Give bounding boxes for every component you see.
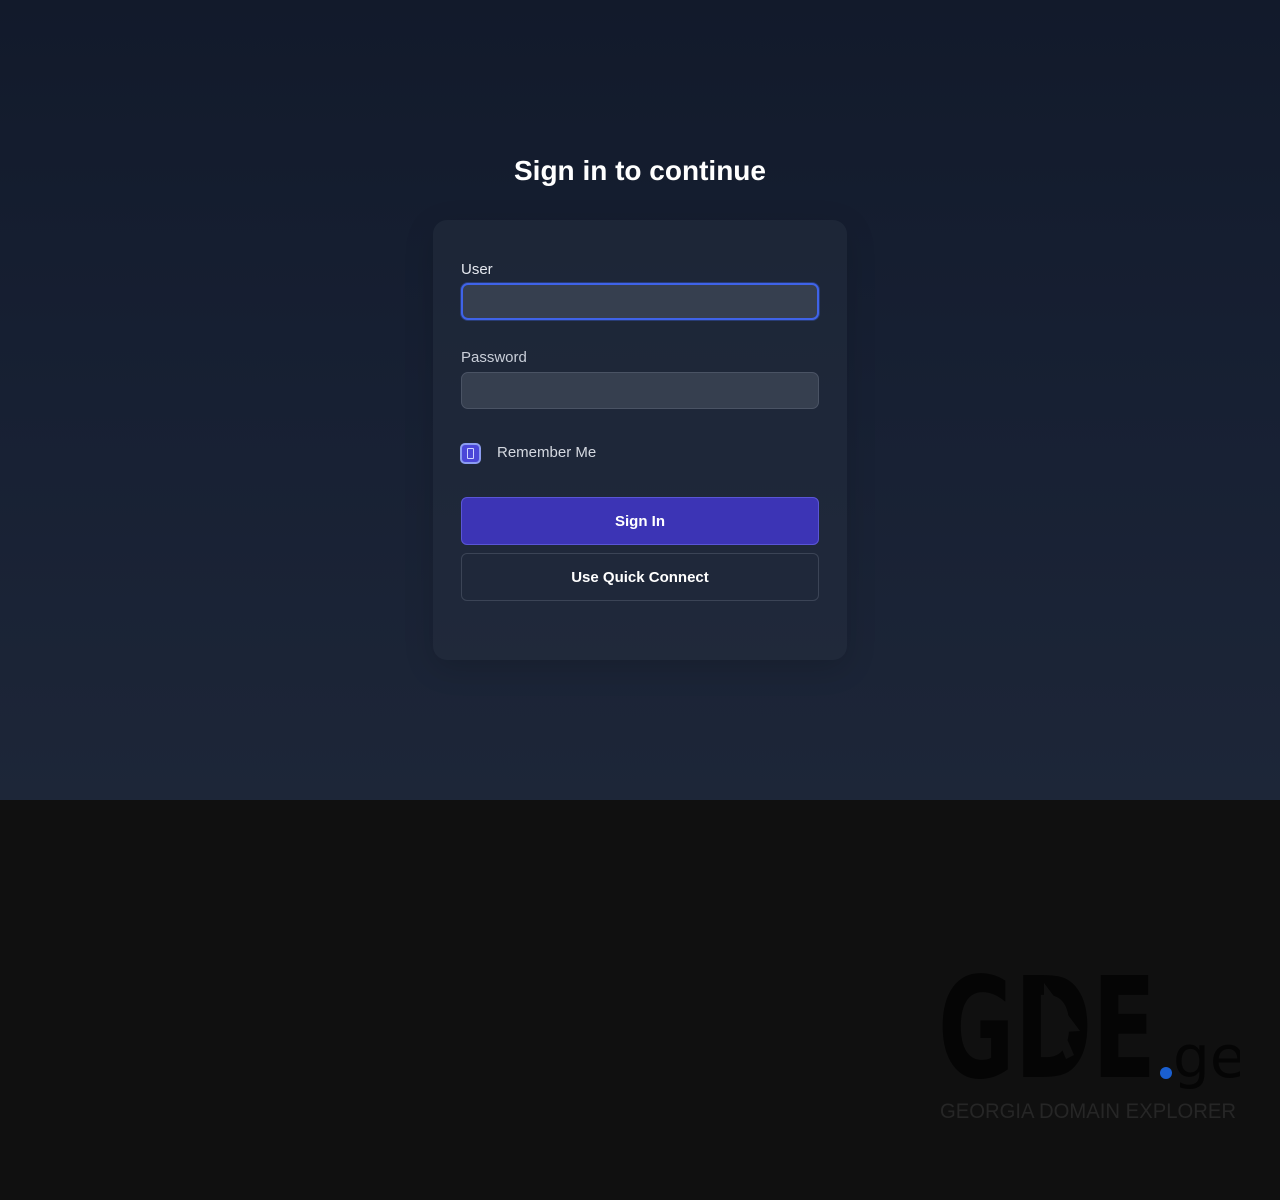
page-title: Sign in to continue (514, 155, 766, 186)
password-input[interactable] (461, 372, 819, 409)
user-input[interactable] (461, 283, 819, 320)
remember-me-label[interactable]: Remember Me (497, 444, 596, 462)
quick-connect-button[interactable]: Use Quick Connect (461, 553, 819, 601)
remember-me-checkbox[interactable] (460, 443, 481, 464)
login-card: User Password Remember Me Sign In Use Qu… (433, 220, 847, 660)
check-icon (467, 448, 474, 459)
password-label: Password (461, 349, 527, 366)
logo-dot-icon (1160, 1067, 1172, 1079)
login-screen: Sign in to continue User Password Rememb… (0, 0, 1280, 800)
sign-in-button[interactable]: Sign In (461, 497, 819, 545)
logo-tagline: GEORGIA DOMAIN EXPLORER (940, 1100, 1236, 1123)
logo-suffix: ge (1173, 1023, 1240, 1091)
gde-logo: GDE ge GEORGIA DOMAIN EXPLORER (940, 955, 1240, 1123)
user-label: User (461, 261, 493, 278)
